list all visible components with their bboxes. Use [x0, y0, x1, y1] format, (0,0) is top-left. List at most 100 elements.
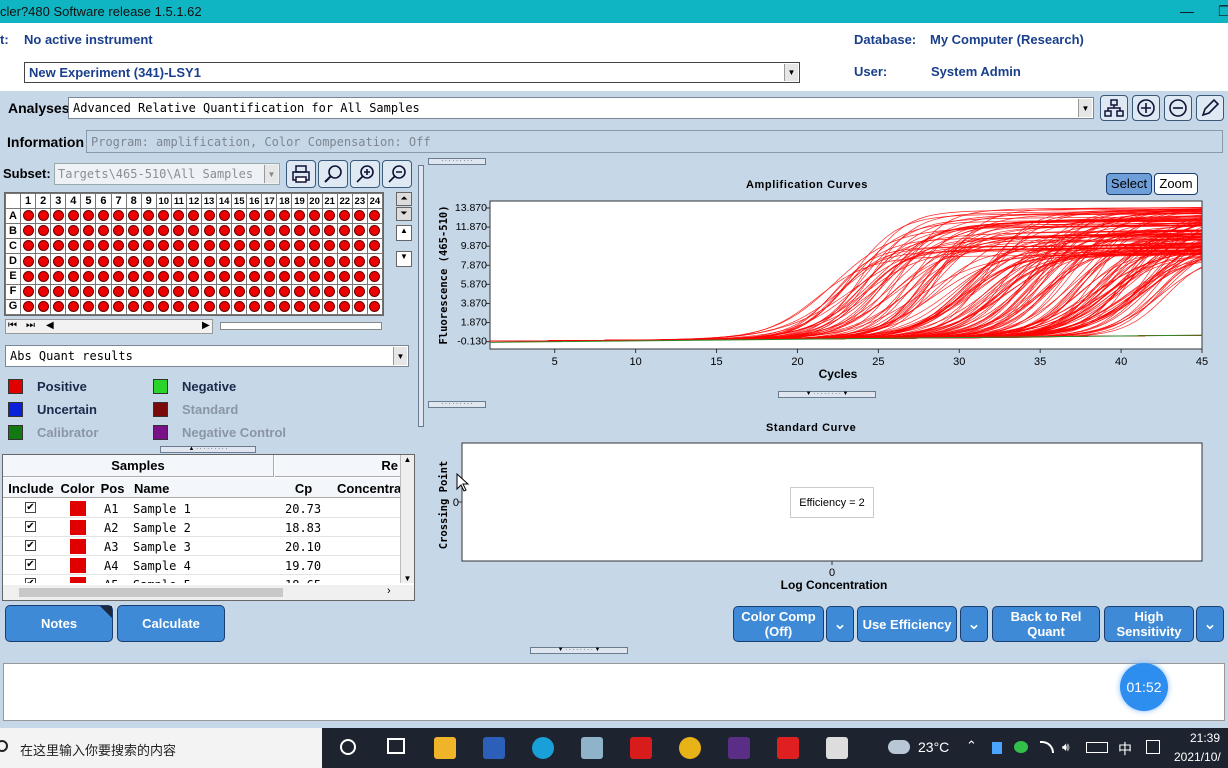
ime-grid-icon[interactable]: [1146, 740, 1160, 754]
wifi-icon[interactable]: [1040, 741, 1054, 753]
add-analysis-button[interactable]: [1132, 95, 1160, 121]
plate-well[interactable]: [216, 208, 233, 225]
plate-well[interactable]: [35, 208, 52, 225]
scrollbar-thumb[interactable]: [19, 588, 283, 597]
chevron-down-icon[interactable]: ▼: [784, 64, 798, 81]
include-checkbox[interactable]: ✔: [25, 559, 36, 570]
plate-well[interactable]: [170, 298, 187, 315]
plate-well[interactable]: [351, 208, 368, 225]
plate-well[interactable]: [185, 268, 203, 285]
plate-well[interactable]: [306, 238, 323, 255]
plate-well[interactable]: [321, 268, 338, 285]
plate-well[interactable]: [306, 298, 323, 315]
plate-well[interactable]: [246, 283, 263, 300]
plate-well[interactable]: [65, 298, 82, 315]
plate-well[interactable]: [125, 208, 142, 225]
weather-icon[interactable]: [888, 740, 910, 754]
plate-well[interactable]: [110, 208, 127, 225]
print-button[interactable]: [286, 160, 316, 188]
plate-well[interactable]: [351, 238, 368, 255]
plate-row-header[interactable]: B: [4, 223, 22, 240]
plate-column-header[interactable]: 13: [200, 192, 218, 210]
plate-well[interactable]: [246, 298, 263, 315]
plate-well[interactable]: [170, 238, 187, 255]
plate-well[interactable]: [200, 223, 218, 240]
plate-well[interactable]: [20, 253, 37, 270]
plate-well[interactable]: [200, 298, 218, 315]
plate-well[interactable]: [351, 223, 368, 240]
plate-well[interactable]: [231, 283, 248, 300]
zoom-button[interactable]: [318, 160, 348, 188]
plate-well[interactable]: [185, 298, 203, 315]
plate-well[interactable]: [351, 298, 368, 315]
analyses-select[interactable]: Advanced Relative Quantification for All…: [68, 97, 1094, 119]
plate-well[interactable]: [125, 253, 142, 270]
plate-well[interactable]: [306, 268, 323, 285]
plate-well[interactable]: [20, 238, 37, 255]
calculate-button[interactable]: Calculate: [117, 605, 225, 642]
plate-column-header[interactable]: 4: [65, 192, 82, 210]
chevron-up-icon[interactable]: ⌃: [966, 738, 977, 754]
color-comp-button[interactable]: Color Comp (Off): [733, 606, 824, 642]
task-view-icon[interactable]: [387, 738, 405, 754]
plate-well[interactable]: [185, 223, 203, 240]
plate-well[interactable]: [336, 253, 353, 270]
plate-well[interactable]: [321, 283, 338, 300]
notes-app-icon[interactable]: [581, 737, 603, 759]
column-header[interactable]: Include: [3, 481, 59, 496]
plate-well[interactable]: [50, 238, 67, 255]
plate-well[interactable]: [231, 238, 248, 255]
plate-well[interactable]: [95, 238, 112, 255]
plate-column-header[interactable]: 24: [366, 192, 384, 210]
plate-well[interactable]: [261, 238, 278, 255]
plate-well[interactable]: [110, 238, 127, 255]
plate-well[interactable]: [336, 268, 353, 285]
plate-well[interactable]: [200, 238, 218, 255]
plate-column-header[interactable]: 17: [261, 192, 278, 210]
plate-well[interactable]: [321, 238, 338, 255]
plate-well[interactable]: [35, 238, 52, 255]
plate-column-header[interactable]: 16: [246, 192, 263, 210]
plate-well[interactable]: [261, 208, 278, 225]
high-sensitivity-dropdown[interactable]: ⌄: [1196, 606, 1224, 642]
wechat-icon[interactable]: [1014, 741, 1028, 753]
column-header[interactable]: Pos: [96, 481, 129, 496]
plate-well[interactable]: [276, 283, 293, 300]
plate-well[interactable]: [351, 253, 368, 270]
plate-well[interactable]: [65, 253, 82, 270]
scroll-bottom-icon[interactable]: ⏷: [396, 207, 412, 221]
include-checkbox[interactable]: ✔: [25, 502, 36, 513]
use-efficiency-dropdown[interactable]: ⌄: [960, 606, 988, 642]
results-select[interactable]: Abs Quant results ▼: [5, 345, 409, 367]
plate-well[interactable]: [140, 223, 157, 240]
plate-well[interactable]: [246, 268, 263, 285]
plate-well[interactable]: [125, 298, 142, 315]
plate-well[interactable]: [216, 283, 233, 300]
plate-well[interactable]: [170, 283, 187, 300]
plate-well[interactable]: [276, 223, 293, 240]
lightcycler-app-icon[interactable]: [826, 737, 848, 759]
high-sensitivity-button[interactable]: High Sensitivity: [1104, 606, 1194, 642]
plate-well[interactable]: [65, 268, 82, 285]
plate-column-header[interactable]: 21: [321, 192, 338, 210]
column-header[interactable]: Concentra: [333, 481, 400, 496]
plate-column-header[interactable]: 6: [95, 192, 112, 210]
plate-row-header[interactable]: E: [4, 268, 22, 285]
scroll-up-icon[interactable]: ▲: [396, 225, 412, 241]
plate-column-header[interactable]: 9: [140, 192, 157, 210]
plate-well[interactable]: [170, 253, 187, 270]
plate-well[interactable]: [35, 283, 52, 300]
plate-well[interactable]: [216, 223, 233, 240]
column-header[interactable]: Name: [130, 481, 274, 496]
well-plate-grid[interactable]: 1 2 3 4 5 6 7 8 9 10 11 12 13 14 15 16 17 18 19 20 21 22 23 24 A…: [4, 192, 384, 316]
scroll-last-icon[interactable]: ⏭: [26, 320, 35, 331]
plate-well[interactable]: [336, 238, 353, 255]
scroll-top-icon[interactable]: ⏶: [396, 192, 412, 206]
vertical-splitter[interactable]: [418, 165, 424, 427]
plate-well[interactable]: [246, 253, 263, 270]
plate-well[interactable]: [185, 283, 203, 300]
plate-well[interactable]: [291, 208, 308, 225]
scroll-down-icon[interactable]: ▼: [396, 251, 412, 267]
word-icon[interactable]: [483, 737, 505, 759]
dictionary-icon[interactable]: [630, 737, 652, 759]
